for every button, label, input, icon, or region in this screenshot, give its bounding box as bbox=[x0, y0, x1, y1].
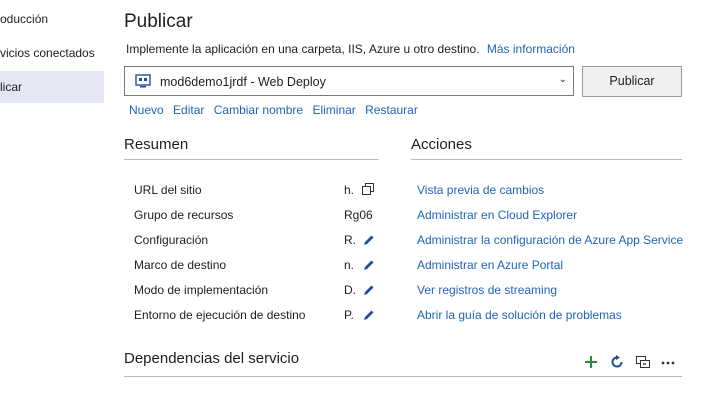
summary-label-configuration: Configuración bbox=[134, 233, 209, 247]
sidebar-item-servicios-conectados[interactable]: vicios conectados bbox=[0, 37, 104, 69]
selected-profile: mod6demo1jrdf - Web Deploy bbox=[160, 75, 326, 89]
summary-value-site-url: h. bbox=[344, 183, 355, 197]
configure-icon[interactable] bbox=[635, 354, 651, 370]
sidebar-item-label: licar bbox=[0, 80, 23, 94]
edit-profile-link[interactable]: Editar bbox=[173, 103, 204, 117]
manage-app-service-settings-link[interactable]: Administrar la configuración de Azure Ap… bbox=[417, 233, 683, 247]
troubleshooting-guide-link[interactable]: Abrir la guía de solución de problemas bbox=[417, 308, 622, 322]
summary-label-target-runtime: Entorno de ejecución de destino bbox=[134, 308, 306, 322]
more-info-link[interactable]: Más información bbox=[487, 42, 575, 56]
sidebar-item-label: vicios conectados bbox=[0, 46, 95, 60]
summary-label-site-url: URL del sitio bbox=[134, 183, 202, 197]
actions-title: Acciones bbox=[411, 136, 472, 153]
page-description: Implemente la aplicación en una carpeta,… bbox=[126, 42, 575, 56]
dependencies-title: Dependencias del servicio bbox=[124, 350, 300, 367]
summary-value-target-framework: n. bbox=[344, 258, 355, 272]
actions-divider bbox=[411, 159, 682, 160]
sidebar-item-label: oducción bbox=[0, 12, 49, 26]
dependencies-divider bbox=[124, 376, 682, 377]
sidebar-item-produccion[interactable]: oducción bbox=[0, 3, 104, 35]
web-deploy-icon bbox=[135, 74, 151, 88]
view-streaming-logs-link[interactable]: Ver registros de streaming bbox=[417, 283, 557, 297]
description-text: Implemente la aplicación en una carpeta,… bbox=[126, 42, 480, 56]
new-profile-link[interactable]: Nuevo bbox=[129, 103, 164, 117]
publish-button[interactable]: Publicar bbox=[582, 66, 682, 97]
edit-pencil-icon[interactable] bbox=[363, 259, 375, 271]
sidebar-item-publicar[interactable]: licar bbox=[0, 71, 104, 103]
summary-divider bbox=[124, 159, 379, 160]
restore-profile-link[interactable]: Restaurar bbox=[365, 103, 418, 117]
summary-label-target-framework: Marco de destino bbox=[134, 258, 227, 272]
chevron-down-icon: ⌄ bbox=[558, 74, 567, 85]
summary-value-resource-group: Rg06 bbox=[344, 208, 373, 222]
preview-changes-link[interactable]: Vista previa de cambios bbox=[417, 183, 544, 197]
summary-label-deployment-mode: Modo de implementación bbox=[134, 283, 269, 297]
more-options-icon[interactable] bbox=[660, 354, 676, 370]
delete-profile-link[interactable]: Eliminar bbox=[312, 103, 355, 117]
sidebar: oducción vicios conectados licar bbox=[0, 0, 104, 401]
publish-profile-select[interactable]: mod6demo1jrdf - Web Deploy ⌄ bbox=[124, 66, 574, 96]
manage-cloud-explorer-link[interactable]: Administrar en Cloud Explorer bbox=[417, 208, 577, 222]
summary-value-deployment-mode: D. bbox=[344, 283, 356, 297]
rename-profile-link[interactable]: Cambiar nombre bbox=[214, 103, 303, 117]
page-title: Publicar bbox=[124, 11, 193, 32]
add-icon[interactable] bbox=[583, 354, 599, 370]
edit-pencil-icon[interactable] bbox=[363, 284, 375, 296]
copy-icon[interactable] bbox=[362, 183, 374, 195]
profile-actions: Nuevo Editar Cambiar nombre Eliminar Res… bbox=[129, 103, 424, 117]
refresh-icon[interactable] bbox=[609, 354, 625, 370]
manage-azure-portal-link[interactable]: Administrar en Azure Portal bbox=[417, 258, 563, 272]
summary-label-resource-group: Grupo de recursos bbox=[134, 208, 234, 222]
edit-pencil-icon[interactable] bbox=[363, 309, 375, 321]
edit-pencil-icon[interactable] bbox=[363, 234, 375, 246]
summary-title: Resumen bbox=[124, 136, 189, 153]
summary-value-configuration: R. bbox=[344, 233, 356, 247]
summary-value-target-runtime: P. bbox=[344, 308, 354, 322]
